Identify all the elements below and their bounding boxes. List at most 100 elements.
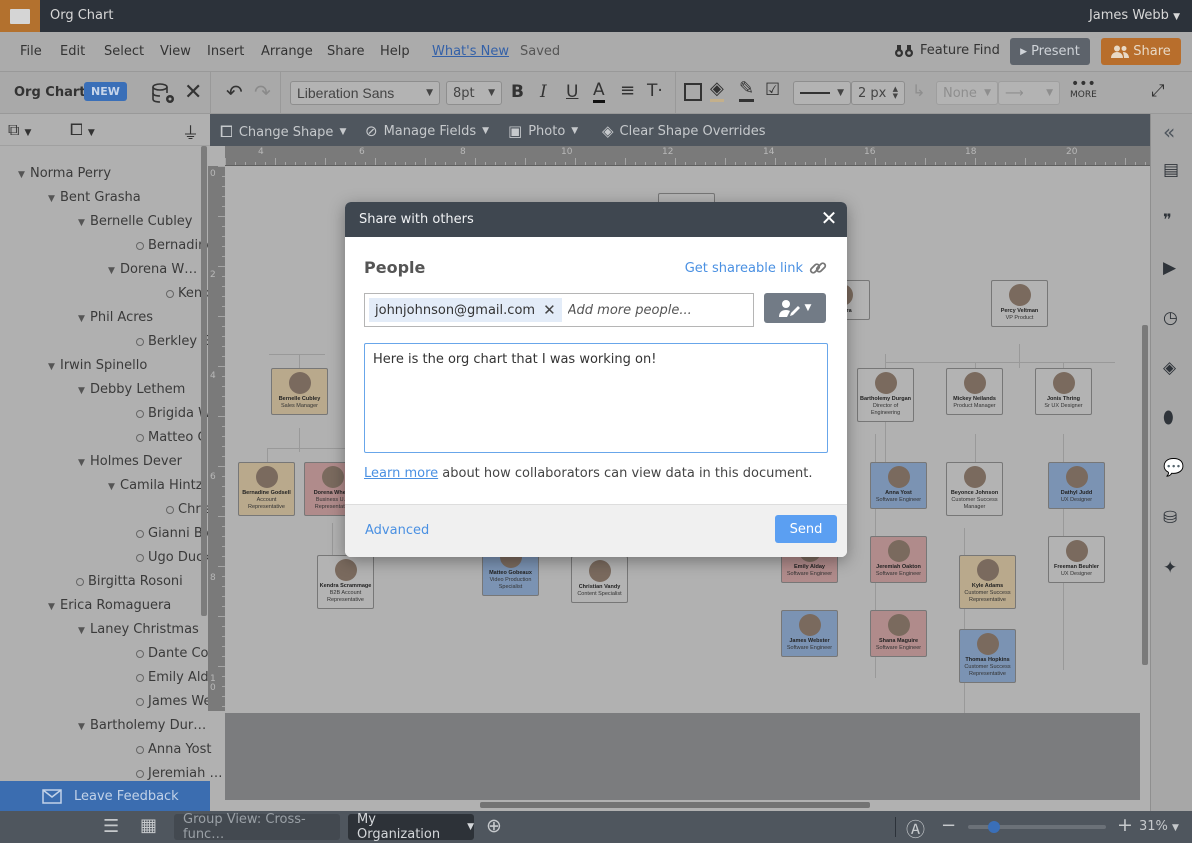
org-card[interactable]: Freeman Beuhler UX Designer <box>1048 536 1105 583</box>
quote-icon[interactable]: ❞ <box>1163 210 1183 230</box>
underline-icon[interactable]: U <box>566 82 578 102</box>
user-menu[interactable]: James Webb ▼ <box>1089 8 1180 23</box>
people-field[interactable]: johnjohnson@gmail.com ✕ <box>364 293 754 327</box>
leaf-dot-icon[interactable] <box>166 289 174 298</box>
tree-item[interactable]: ▼ Debby Lethem <box>78 382 185 397</box>
more-button[interactable]: ••• MORE <box>1070 77 1097 100</box>
org-card[interactable]: Jeremiah Oakton Software Engineer <box>870 536 927 583</box>
shape-outline-icon[interactable] <box>684 83 702 101</box>
folder-icon[interactable] <box>0 0 40 32</box>
zoom-out-icon[interactable]: − <box>941 815 956 836</box>
zoom-in-icon[interactable]: + <box>1117 814 1133 836</box>
line-start-select[interactable]: None ▼ <box>936 81 998 105</box>
leaf-dot-icon[interactable] <box>136 529 144 538</box>
learn-more-link[interactable]: Learn more <box>364 466 438 481</box>
data-link-icon[interactable]: ⛁ <box>1163 508 1183 528</box>
org-card[interactable]: Bartholemy Durgan Director of Engineering <box>857 368 914 422</box>
manage-fields-button[interactable]: ⊘ Manage Fields ▼ <box>365 122 489 140</box>
org-card[interactable]: Shana Maguire Software Engineer <box>870 610 927 657</box>
whats-new-link[interactable]: What's New <box>432 44 509 59</box>
close-panel-icon[interactable]: ✕ <box>184 80 202 105</box>
horizontal-scrollbar[interactable] <box>480 802 870 808</box>
feature-find-button[interactable]: Feature Find <box>894 43 1000 58</box>
expand-caret-icon[interactable]: ▼ <box>78 626 90 636</box>
presentation-icon[interactable]: ▶ <box>1163 258 1183 278</box>
grid-view-icon[interactable]: ▦ <box>140 815 157 836</box>
filter-add-icon[interactable]: ⏚ <box>182 119 199 144</box>
menu-view[interactable]: View <box>160 44 191 59</box>
menu-arrange[interactable]: Arrange <box>261 44 313 59</box>
undo-icon[interactable]: ↶ <box>226 80 243 104</box>
tree-item[interactable]: ▼ Camila Hintz <box>108 478 203 493</box>
org-card[interactable]: Percy Veltman VP Product <box>991 280 1048 327</box>
align-icon[interactable]: ≡ <box>620 80 635 101</box>
collapse-icon[interactable]: « <box>1163 120 1183 144</box>
layers-icon[interactable]: ◈ <box>1163 358 1183 378</box>
share-button[interactable]: Share <box>1101 38 1181 65</box>
vertical-scrollbar[interactable] <box>1142 325 1148 665</box>
leaf-dot-icon[interactable] <box>136 433 144 442</box>
expand-caret-icon[interactable]: ▼ <box>48 362 60 372</box>
tree-item[interactable]: ▼ Bent Grasha <box>48 190 141 205</box>
text-options-icon[interactable]: T· <box>647 81 663 101</box>
expand-caret-icon[interactable]: ▼ <box>78 218 90 228</box>
leaf-dot-icon[interactable] <box>166 505 174 514</box>
expand-caret-icon[interactable]: ▼ <box>48 602 60 612</box>
leaf-dot-icon[interactable] <box>76 577 84 586</box>
send-button[interactable]: Send <box>775 515 837 543</box>
redo-icon[interactable]: ↷ <box>254 80 271 104</box>
expand-caret-icon[interactable]: ▼ <box>48 194 60 204</box>
leaf-dot-icon[interactable] <box>136 673 144 682</box>
line-color-icon[interactable]: ✎ <box>739 78 755 102</box>
tree-item[interactable]: ▼ Phil Acres <box>78 310 153 325</box>
org-card[interactable]: Bernadine Godsell Account Representative <box>238 462 295 516</box>
italic-icon[interactable]: I <box>540 82 547 102</box>
org-card[interactable]: James Webster Software Engineer <box>781 610 838 657</box>
close-dialog-button[interactable]: ✕ <box>819 208 839 228</box>
expand-caret-icon[interactable]: ▼ <box>78 722 90 732</box>
tab-group-view[interactable]: Group View: Cross-func… <box>174 812 340 842</box>
text-color-icon[interactable]: A <box>593 80 605 103</box>
org-card[interactable]: Mickey Neilands Product Manager <box>946 368 1003 415</box>
leaf-dot-icon[interactable] <box>136 769 144 778</box>
org-card[interactable]: Kyle Adams Customer Success Representativ… <box>959 555 1016 609</box>
list-view-icon[interactable]: ☰ <box>103 816 119 837</box>
zoom-slider-handle[interactable] <box>988 821 1001 833</box>
bold-icon[interactable]: B <box>511 82 524 102</box>
tab-my-organization[interactable]: My Organization ▼ <box>348 812 474 842</box>
tree-item[interactable]: ▼ Norma Perry <box>18 166 111 181</box>
font-family-select[interactable]: Liberation Sans ▼ <box>290 81 440 105</box>
present-button[interactable]: ▶ Present <box>1010 38 1090 65</box>
theme-icon[interactable]: ⬮ <box>1163 408 1183 428</box>
remove-recipient-icon[interactable]: ✕ <box>543 301 556 319</box>
org-card[interactable]: Bernelle Cubley Sales Manager <box>271 368 328 415</box>
line-width-stepper[interactable]: 2 px ▲ ▼ <box>851 81 905 105</box>
tree-item[interactable]: ▼ Irwin Spinello <box>48 358 147 373</box>
menu-select[interactable]: Select <box>104 44 144 59</box>
navigate-icon[interactable]: Ⓐ <box>906 815 925 842</box>
get-shareable-link[interactable]: Get shareable link <box>685 259 827 277</box>
expand-caret-icon[interactable]: ▼ <box>108 482 120 492</box>
add-shape-icon[interactable]: ⧉ ▼ <box>8 120 31 140</box>
tree-item[interactable]: ▼ Laney Christmas <box>78 622 199 637</box>
change-shape-button[interactable]: ⧠ Change Shape ▼ <box>220 122 346 142</box>
leaf-dot-icon[interactable] <box>136 241 144 250</box>
org-card[interactable]: Jonis Thring Sr UX Designer <box>1035 368 1092 415</box>
fullscreen-icon[interactable]: ⤢ <box>1151 81 1165 101</box>
tree-scrollbar[interactable] <box>201 146 207 616</box>
photo-button[interactable]: ▣ Photo ▼ <box>508 122 578 140</box>
leaf-dot-icon[interactable] <box>136 553 144 562</box>
tree-item[interactable]: Anna Yost <box>136 742 212 757</box>
expand-caret-icon[interactable]: ▼ <box>78 458 90 468</box>
leaf-dot-icon[interactable] <box>136 409 144 418</box>
menu-insert[interactable]: Insert <box>207 44 244 59</box>
comments-icon[interactable]: 💬 <box>1163 458 1184 478</box>
tree-item[interactable]: ▼ Erica Romaguera <box>48 598 171 613</box>
menu-file[interactable]: File <box>20 44 42 59</box>
permission-dropdown[interactable]: ▼ <box>764 293 826 323</box>
org-card[interactable]: Anna Yost Software Engineer <box>870 462 927 509</box>
expand-caret-icon[interactable]: ▼ <box>108 266 120 276</box>
menu-help[interactable]: Help <box>380 44 410 59</box>
org-card[interactable]: Beyonce Johnson Customer Success Manager <box>946 462 1003 516</box>
org-card[interactable]: Kendra Scrammage B2B Account Representati… <box>317 555 374 609</box>
